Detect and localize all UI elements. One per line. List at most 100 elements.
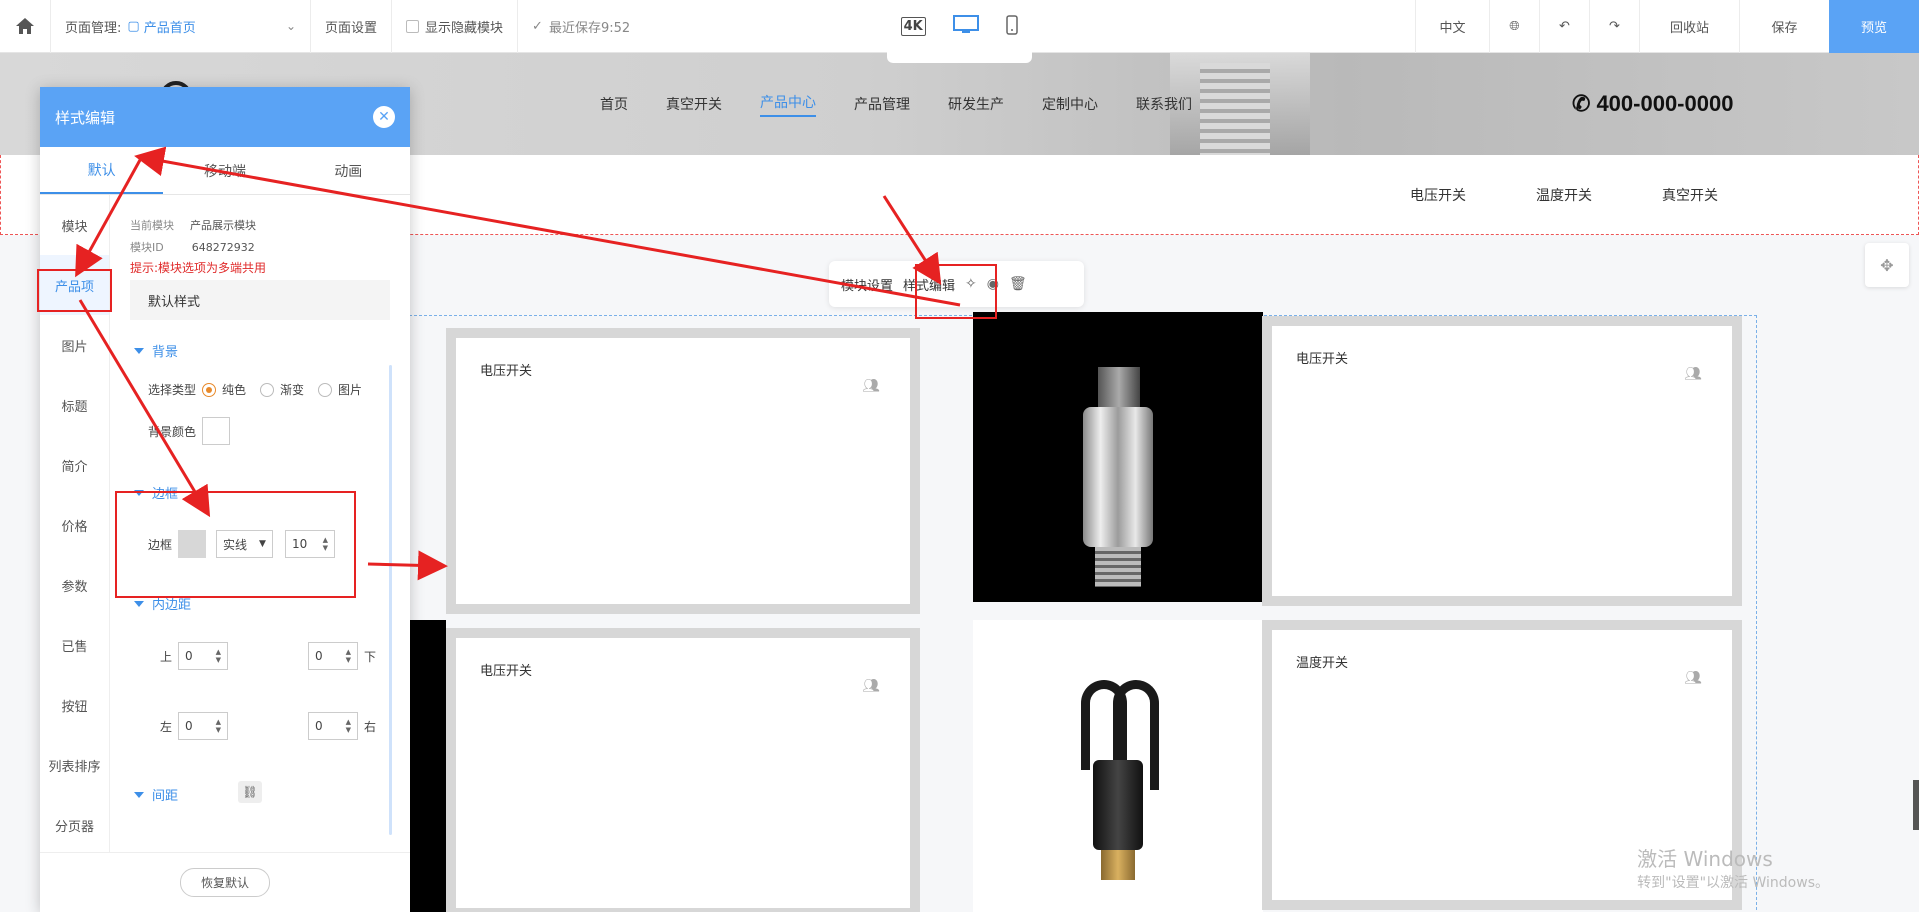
user-icon: 👥︎ xyxy=(1684,670,1702,686)
pad-top-value: 0 xyxy=(185,649,193,663)
current-module-label: 当前模块 xyxy=(130,219,174,232)
product-image[interactable] xyxy=(973,620,1263,912)
product-module[interactable]: 电压开关 👥︎ 电压开关 👥︎ 电压开关 👥︎ 温度开关 👥︎ xyxy=(409,312,1757,912)
tab-mobile[interactable]: 移动端 xyxy=(163,147,286,194)
stepper-icon[interactable]: ▲ ▼ xyxy=(346,648,351,664)
pad-top-input[interactable]: 0 ▲ ▼ xyxy=(178,642,229,670)
site-nav-item-active[interactable]: 产品中心 xyxy=(760,92,816,117)
save-button[interactable]: 保存 xyxy=(1739,0,1829,53)
padding-top-row: 上 0 ▲ ▼ xyxy=(160,642,229,670)
radio-image[interactable] xyxy=(318,382,333,397)
product-card[interactable]: 电压开关 👥︎ xyxy=(446,328,920,614)
section-background[interactable]: 背景 xyxy=(134,341,178,360)
product-image[interactable] xyxy=(973,312,1263,602)
section-spacing-label: 间距 xyxy=(152,789,179,804)
pad-bottom-input[interactable]: 0 ▲ ▼ xyxy=(308,642,358,670)
site-nav-item[interactable]: 产品管理 xyxy=(854,94,910,114)
switch-thread xyxy=(1101,850,1135,880)
side-item-module[interactable]: 模块 xyxy=(40,195,109,255)
side-item-button[interactable]: 按钮 xyxy=(40,675,109,735)
site-nav-item[interactable]: 定制中心 xyxy=(1042,94,1098,114)
stepper-icon[interactable]: ▲ ▼ xyxy=(216,648,221,664)
radio-gradient[interactable] xyxy=(260,382,275,397)
padding-bottom-row: 0 ▲ ▼ 下 xyxy=(308,642,376,670)
4k-display-icon[interactable]: 4K xyxy=(900,17,926,36)
phone-text: 400-000-0000 xyxy=(1596,91,1734,116)
mobile-icon[interactable] xyxy=(1006,14,1019,39)
show-hidden-toggle[interactable]: 显示隐藏模块 xyxy=(392,0,519,53)
tab-animation[interactable]: 动画 xyxy=(287,147,410,194)
toolbar-right-group: 中文 🌐︎ ↶ ↷ 回收站 保存 预览 xyxy=(1415,0,1919,53)
move-icon[interactable]: ✥ xyxy=(1865,243,1909,287)
product-title: 温度开关 xyxy=(1296,656,1349,671)
current-module-value: 产品展示模块 xyxy=(190,219,256,232)
panel-scrollbar[interactable] xyxy=(389,365,392,835)
annotation-box-border xyxy=(115,491,356,598)
product-image-partial xyxy=(410,620,446,912)
caret-down-icon xyxy=(134,791,144,798)
recycle-bin-button[interactable]: 回收站 xyxy=(1639,0,1739,53)
site-nav: 首页 真空开关 产品中心 产品管理 研发生产 定制中心 联系我们 xyxy=(600,53,1230,155)
bg-color-row: 背景颜色 xyxy=(148,417,231,445)
site-nav-item[interactable]: 联系我们 xyxy=(1136,94,1192,114)
default-style-selector[interactable]: 默认样式 xyxy=(130,280,390,320)
section-spacing[interactable]: 间距 xyxy=(134,785,178,804)
site-nav-item[interactable]: 首页 xyxy=(600,94,628,114)
checkbox-icon[interactable] xyxy=(406,19,420,33)
side-scroll-handle[interactable] xyxy=(1913,780,1919,830)
pad-right-input[interactable]: 0 ▲ ▼ xyxy=(308,712,358,740)
side-item-sold[interactable]: 已售 xyxy=(40,615,109,675)
tab-default[interactable]: 默认 xyxy=(40,147,164,194)
phone-icon: ✆ xyxy=(1572,91,1591,116)
side-item-pager[interactable]: 分页器 xyxy=(40,795,109,855)
side-item-params[interactable]: 参数 xyxy=(40,555,109,615)
site-nav-item[interactable]: 研发生产 xyxy=(948,94,1004,114)
page-settings-button[interactable]: 页面设置 xyxy=(311,0,393,53)
side-item-title[interactable]: 标题 xyxy=(40,375,109,435)
undo-icon[interactable]: ↶ xyxy=(1539,0,1589,53)
desktop-icon[interactable] xyxy=(953,14,980,39)
side-item-price[interactable]: 价格 xyxy=(40,495,109,555)
radio-solid[interactable] xyxy=(202,382,217,397)
windows-activation-watermark: 激活 Windows 转到"设置"以激活 Windows。 xyxy=(1637,843,1829,892)
bg-type-row: 选择类型 纯色 渐变 图片 xyxy=(148,381,362,398)
module-settings-button[interactable]: 模块设置 xyxy=(841,275,893,294)
pad-right-value: 0 xyxy=(315,719,323,733)
trash-icon[interactable]: 🗑︎ xyxy=(1009,276,1027,292)
side-item-sort[interactable]: 列表排序 xyxy=(40,735,109,795)
pad-top-label: 上 xyxy=(160,649,173,664)
product-card[interactable]: 电压开关 👥︎ xyxy=(446,628,920,912)
reset-default-button[interactable]: 恢复默认 xyxy=(179,868,270,897)
category-item[interactable]: 温度开关 xyxy=(1536,185,1592,205)
shared-options-warning: 提示:模块选项为多端共用 xyxy=(130,261,267,275)
bg-color-swatch[interactable] xyxy=(202,417,231,445)
user-icon: 👥︎ xyxy=(862,378,880,394)
category-item[interactable]: 电压开关 xyxy=(1410,185,1466,205)
redo-icon[interactable]: ↷ xyxy=(1589,0,1639,53)
language-button[interactable]: 中文 xyxy=(1415,0,1489,53)
stepper-icon[interactable]: ▲ ▼ xyxy=(216,718,221,734)
watermark-line2: 转到"设置"以激活 Windows。 xyxy=(1637,875,1829,891)
padding-left-row: 左 0 ▲ ▼ xyxy=(160,712,229,740)
side-item-image[interactable]: 图片 xyxy=(40,315,109,375)
pad-left-label: 左 xyxy=(160,719,173,734)
stepper-icon[interactable]: ▲ ▼ xyxy=(346,718,351,734)
link-icon[interactable]: ⛓︎ xyxy=(238,781,262,803)
close-icon[interactable]: ✕ xyxy=(373,106,395,128)
product-title: 电压开关 xyxy=(1296,352,1349,367)
product-card[interactable]: 电压开关 👥︎ xyxy=(1262,316,1742,606)
pad-left-input[interactable]: 0 ▲ ▼ xyxy=(178,712,229,740)
category-item[interactable]: 真空开关 xyxy=(1662,185,1718,205)
chevron-down-icon: ⌄ xyxy=(285,19,296,33)
home-button[interactable] xyxy=(0,0,51,53)
globe-icon[interactable]: 🌐︎ xyxy=(1489,0,1539,53)
site-nav-item[interactable]: 真空开关 xyxy=(666,94,722,114)
page-selector[interactable]: 页面管理: ▢ 产品首页 ⌄ xyxy=(51,0,311,53)
annotation-box-product-item xyxy=(37,269,112,312)
preview-button[interactable]: 预览 xyxy=(1829,0,1919,53)
current-page-name: 产品首页 xyxy=(143,20,196,36)
side-item-intro[interactable]: 简介 xyxy=(40,435,109,495)
show-hidden-label: 显示隐藏模块 xyxy=(425,20,504,36)
phone-number: ✆ 400-000-0000 xyxy=(1572,53,1733,155)
last-saved-text: 最近保存9:52 xyxy=(548,20,631,36)
